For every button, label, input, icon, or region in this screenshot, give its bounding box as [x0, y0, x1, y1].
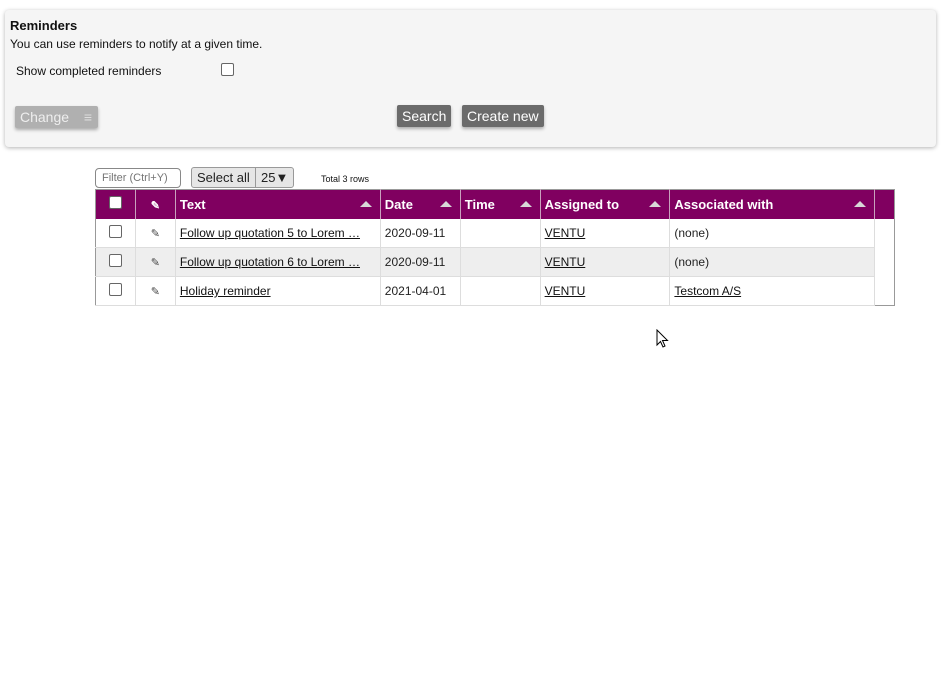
filler-cell [874, 218, 895, 248]
search-button[interactable]: Search [397, 105, 452, 127]
column-assigned-to[interactable]: Assigned to [540, 189, 671, 219]
assigned-cell: VENTU [540, 247, 671, 277]
column-filler [874, 189, 895, 219]
table-row[interactable]: ✎ Holiday reminder 2021-04-01 VENTU Test… [95, 276, 895, 306]
table-header: ✎ Text Date Time Assigned to Associated … [95, 189, 895, 219]
row-checkbox-cell[interactable] [95, 218, 136, 248]
filler-cell [874, 276, 895, 306]
create-new-button[interactable]: Create new [462, 105, 544, 127]
table-row[interactable]: ✎ Follow up quotation 5 to Lorem … 2020-… [95, 218, 895, 248]
column-label: Associated with [674, 196, 774, 212]
column-label: Assigned to [544, 196, 620, 212]
filter-input[interactable] [95, 168, 181, 188]
text-cell: Follow up quotation 6 to Lorem … [175, 247, 381, 277]
assigned-link[interactable]: VENTU [545, 284, 586, 298]
column-label: Text [179, 196, 206, 212]
change-label: Change [20, 109, 70, 125]
text-cell: Holiday reminder [175, 276, 381, 306]
sort-arrow-icon [853, 201, 866, 207]
sort-arrow-icon [359, 201, 372, 207]
reminders-panel: Reminders You can use reminders to notif… [5, 10, 936, 147]
sort-arrow-icon [649, 201, 662, 207]
reminder-text-link[interactable]: Holiday reminder [180, 284, 271, 298]
assigned-cell: VENTU [540, 218, 671, 248]
sort-arrow-icon [439, 201, 452, 207]
row-checkbox-cell[interactable] [95, 276, 136, 306]
assigned-cell: VENTU [540, 276, 671, 306]
page-size-dropdown[interactable]: 25▼ [255, 167, 294, 188]
column-date[interactable]: Date [380, 189, 461, 219]
time-cell [460, 276, 541, 306]
show-completed-label: Show completed reminders [16, 64, 162, 78]
pencil-icon: ✎ [150, 199, 160, 212]
row-checkbox[interactable] [108, 224, 122, 238]
menu-icon: ≡ [83, 109, 92, 125]
associated-value: (none) [674, 255, 710, 269]
time-cell [460, 218, 541, 248]
row-checkbox-cell[interactable] [95, 247, 136, 277]
date-cell: 2021-04-01 [380, 276, 461, 306]
associated-cell: (none) [669, 247, 875, 277]
associated-value: (none) [674, 225, 710, 240]
assigned-link[interactable]: VENTU [545, 255, 586, 269]
reminder-text-link[interactable]: Follow up quotation 5 to Lorem … [180, 226, 360, 240]
edit-cell[interactable]: ✎ [135, 218, 176, 248]
panel-description: You can use reminders to notify at a giv… [10, 37, 263, 51]
date-cell: 2020-09-11 [380, 247, 461, 277]
associated-cell: Testcom A/S [669, 276, 875, 306]
associated-link[interactable]: Testcom A/S [674, 284, 741, 298]
mouse-cursor-icon [656, 329, 669, 348]
assigned-link[interactable]: VENTU [545, 226, 586, 240]
row-checkbox[interactable] [108, 283, 122, 296]
show-completed-checkbox[interactable] [221, 63, 234, 76]
column-label: Time [464, 196, 495, 212]
filler-cell [874, 247, 895, 277]
total-rows: Total 3 rows [321, 174, 370, 184]
column-time[interactable]: Time [460, 189, 541, 219]
table-row[interactable]: ✎ Follow up quotation 6 to Lorem … 2020-… [95, 247, 895, 277]
column-associated-with[interactable]: Associated with [669, 189, 875, 219]
sort-arrow-icon [519, 201, 532, 207]
column-text[interactable]: Text [175, 189, 381, 219]
reminder-text-link[interactable]: Follow up quotation 6 to Lorem … [180, 255, 360, 269]
text-cell: Follow up quotation 5 to Lorem … [175, 218, 381, 248]
time-cell [460, 247, 541, 277]
header-checkbox[interactable] [108, 196, 122, 210]
pencil-icon[interactable]: ✎ [151, 286, 160, 298]
edit-cell[interactable]: ✎ [135, 247, 176, 277]
pencil-icon[interactable]: ✎ [151, 257, 160, 269]
panel-title: Reminders [10, 18, 78, 33]
associated-cell: (none) [669, 218, 875, 248]
edit-column-header: ✎ [135, 189, 176, 219]
reminders-table: ✎ Text Date Time Assigned to Associated … [95, 189, 895, 306]
change-button[interactable]: Change ≡ [15, 106, 98, 128]
row-checkbox[interactable] [108, 254, 122, 267]
edit-cell[interactable]: ✎ [135, 276, 176, 306]
pencil-icon[interactable]: ✎ [151, 228, 160, 240]
select-all-checkbox-header[interactable] [95, 189, 136, 219]
select-all-button[interactable]: Select all [191, 167, 256, 188]
column-label: Date [384, 196, 413, 212]
date-cell: 2020-09-11 [380, 218, 461, 248]
